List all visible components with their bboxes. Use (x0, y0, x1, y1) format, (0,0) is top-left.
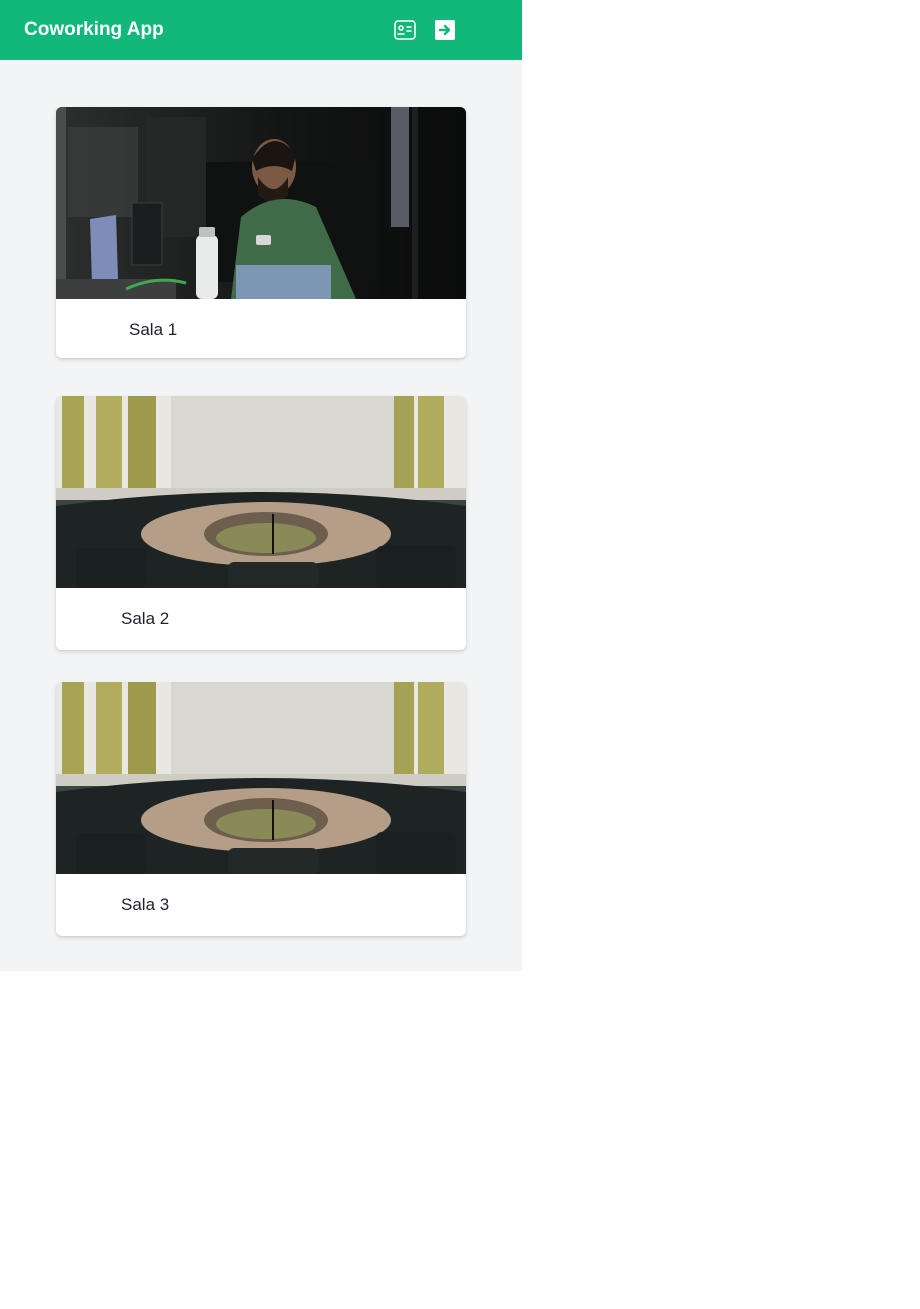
room-photo (56, 682, 466, 874)
app-title[interactable]: Coworking App (24, 18, 164, 42)
room-photo (56, 107, 466, 299)
room-name: Sala 3 (121, 895, 170, 914)
logout-icon[interactable] (433, 18, 457, 42)
room-card-1[interactable]: Sala 1 (56, 107, 466, 358)
room-name: Sala 2 (121, 609, 170, 628)
id-card-icon[interactable] (393, 18, 417, 42)
app-shell: Coworking App Sala 1 Sala 2 Sala 3 (0, 0, 522, 971)
top-navbar: Coworking App (0, 0, 522, 60)
room-photo (56, 396, 466, 588)
room-name: Sala 1 (129, 320, 178, 339)
room-card-2[interactable]: Sala 2 (56, 396, 466, 650)
room-card-3[interactable]: Sala 3 (56, 682, 466, 936)
